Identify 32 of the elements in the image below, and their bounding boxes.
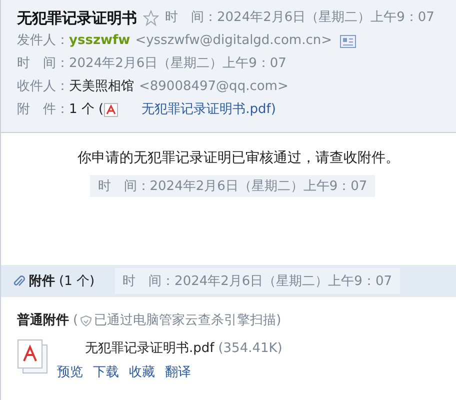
- star-icon[interactable]: [143, 10, 159, 26]
- file-action-link[interactable]: 预览: [57, 363, 83, 381]
- scan-note: 已通过电脑管家云查杀引擎扫描): [94, 312, 282, 330]
- shield-icon: [80, 315, 92, 327]
- attachments-time: 时 间：2024年2月6日（星期二）上午9：07: [114, 268, 400, 294]
- pdf-icon: [104, 103, 118, 117]
- attachment-link[interactable]: 无犯罪记录证明书.pdf): [142, 100, 276, 120]
- recipient-label: 收件人：: [17, 78, 69, 96]
- message-time: 时 间：2024年2月6日（星期二）上午9：07: [90, 175, 376, 197]
- file-size: (354.41K): [218, 340, 282, 358]
- sender-label: 发件人：: [17, 32, 69, 50]
- attachments-count: (1 个): [59, 273, 95, 290]
- file-action-link[interactable]: 翻译: [165, 363, 191, 381]
- sender-address: <ysszwfw@digitalgd.com.cn>: [135, 32, 332, 50]
- file-name: 无犯罪记录证明书.pdf: [85, 340, 214, 358]
- time-value: 2024年2月6日（星期二）上午9：07: [69, 55, 286, 73]
- paperclip-icon: [13, 274, 25, 288]
- recipient-address: <89008497@qq.com>: [139, 78, 288, 96]
- section-label: 普通附件: [17, 312, 69, 330]
- attachment-label: 附 件：: [17, 101, 69, 119]
- scan-open-paren: (: [73, 312, 78, 330]
- attachments-title: 附件: [29, 273, 55, 290]
- contact-card-icon[interactable]: [340, 34, 356, 48]
- subject-time: 时 间：2024年2月6日（星期二）上午9：07: [165, 9, 434, 27]
- file-action-link[interactable]: 下载: [93, 363, 119, 381]
- time-label: 时 间：: [17, 55, 69, 73]
- attachment-count: 1 个 (: [69, 101, 104, 119]
- recipient-name: 天美照相馆: [69, 78, 134, 96]
- pdf-file-icon[interactable]: [17, 339, 49, 375]
- message-text: 你申请的无犯罪记录证明已审核通过，请查收附件。: [76, 149, 400, 167]
- file-action-link[interactable]: 收藏: [129, 363, 155, 381]
- subject-title: 无犯罪记录证明书: [17, 8, 137, 28]
